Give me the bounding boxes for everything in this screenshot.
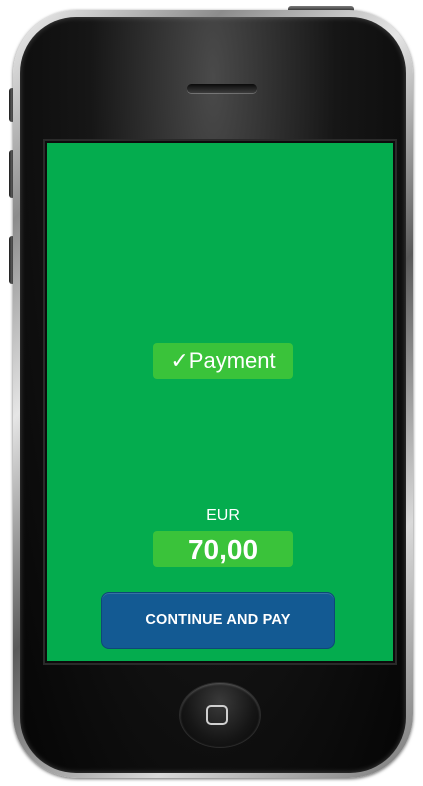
continue-and-pay-button[interactable]: CONTINUE AND PAY [101,592,335,649]
home-square-icon [206,705,228,725]
check-icon: ✓ [170,349,189,374]
phone-mockup: ✓Payment EUR 70,00 CONTINUE AND PAY [0,0,423,786]
payment-status-label: Payment [188,348,276,373]
amount-value: 70,00 [153,531,293,567]
earpiece-speaker [187,84,257,93]
payment-status-badge: ✓Payment [153,343,293,379]
app-screen [47,143,393,661]
currency-label: EUR [206,507,240,524]
